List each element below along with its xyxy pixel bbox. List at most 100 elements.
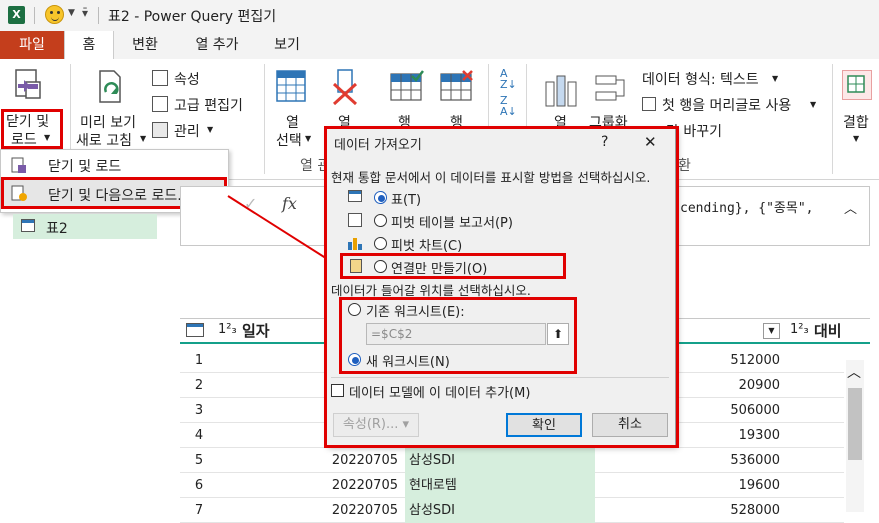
split-column-icon (544, 74, 578, 112)
properties-button[interactable]: 속성 (174, 69, 200, 89)
table-icon (21, 219, 35, 232)
chevron-down-icon: ▼ (853, 134, 860, 143)
divider (331, 377, 669, 378)
row-number: 1 (194, 353, 204, 368)
ok-button[interactable]: 확인 (506, 413, 582, 437)
radio-connection-only-label[interactable]: 연결만 만들기(O) (391, 258, 487, 277)
combine-icon (842, 70, 872, 100)
radio-new-sheet[interactable] (348, 353, 361, 366)
customize-qat-icon[interactable]: ▾̄ (82, 6, 88, 20)
chevron-down-icon: ▼ (207, 125, 214, 134)
radio-existing-sheet-label[interactable]: 기존 워크시트(E): (366, 301, 465, 320)
separator (832, 64, 833, 174)
dialog-title: 데이터 가져오기 (334, 138, 422, 153)
date-cell: 20220705 (331, 503, 398, 518)
radio-pivot-chart[interactable] (374, 237, 387, 250)
tab-transform[interactable]: 변환 (120, 31, 170, 59)
row-number: 6 (194, 478, 204, 493)
combine-label[interactable]: 결합 (843, 112, 869, 132)
choose-columns-label-1[interactable]: 열 (286, 112, 299, 132)
close-icon[interactable]: ✕ (644, 133, 657, 151)
separator (264, 64, 265, 174)
manage-button[interactable]: 관리 (174, 121, 200, 141)
table-menu-icon[interactable] (186, 323, 204, 337)
name-cell: 삼성SDI (405, 498, 595, 523)
name-cell: 현대로템 (405, 473, 595, 498)
radio-table-label[interactable]: 표(T) (391, 189, 421, 208)
name-cell: 삼성SDI (405, 448, 595, 473)
remove-columns-icon (330, 68, 360, 110)
first-row-header-button[interactable]: 첫 행을 머리글로 사용 (662, 95, 791, 115)
radio-pivot-table-label[interactable]: 피벗 테이블 보고서(P) (391, 212, 513, 231)
excel-icon: X (8, 6, 25, 24)
close-load-menu-icon (10, 156, 28, 174)
radio-pivot-table[interactable] (374, 214, 387, 227)
data-type-button[interactable]: 데이터 형식: 텍스트 (642, 69, 759, 89)
query-item-label: 표2 (46, 221, 68, 237)
advanced-editor-button[interactable]: 고급 편집기 (174, 95, 243, 115)
cancel-button[interactable]: 취소 (592, 413, 668, 437)
value-type-icon[interactable]: 1²₃ (790, 322, 809, 337)
chevron-up-icon[interactable]: ︿ (844, 198, 857, 217)
table-icon (348, 190, 362, 202)
value-cell: 536000 (730, 453, 780, 468)
value-cell: 528000 (730, 503, 780, 518)
menu-item-close-load-to-label: 닫기 및 다음으로 로드... (48, 188, 191, 204)
column-filter-button[interactable]: ▼ (763, 323, 780, 339)
separator (98, 7, 99, 24)
chevron-down-icon[interactable]: ▼ (68, 8, 75, 18)
radio-table[interactable] (374, 191, 387, 204)
preview-label-1[interactable]: 미리 보기 (80, 112, 136, 132)
tab-add-column[interactable]: 열 추가 (182, 31, 252, 59)
close-load-icon (12, 66, 42, 104)
value-column-header[interactable]: 대비 (814, 320, 842, 341)
scroll-up-icon[interactable]: ︿ (847, 362, 861, 382)
row-number: 4 (194, 428, 204, 443)
row-number: 5 (194, 453, 204, 468)
chevron-down-icon: ▼ (772, 74, 779, 83)
row-number: 7 (194, 503, 204, 518)
radio-connection-only[interactable] (374, 260, 387, 273)
first-row-header-icon (642, 97, 656, 111)
properties-button-label: 속성(R)... (342, 417, 399, 432)
close-load-to-icon (10, 184, 28, 202)
refresh-icon (96, 68, 126, 106)
preview-label-2[interactable]: 새로 고침 (76, 130, 132, 150)
scroll-thumb[interactable] (848, 388, 862, 460)
advanced-editor-icon (152, 96, 168, 112)
sort-descending-icon[interactable]: Z A↓ (500, 95, 517, 117)
dialog-prompt-display: 현재 통합 문서에서 이 데이터를 표시할 방법을 선택하십시오. (331, 170, 651, 185)
collapse-dialog-button[interactable]: ⬆ (547, 323, 569, 345)
keep-rows-icon (390, 70, 424, 106)
remove-rows-icon (440, 70, 474, 106)
smiley-icon[interactable] (45, 5, 64, 24)
sort-ascending-icon[interactable]: A Z↓ (500, 68, 517, 90)
date-cell: 20220705 (331, 453, 398, 468)
value-cell: 19600 (738, 478, 780, 493)
cell-reference-input[interactable]: =$C$2 (366, 323, 546, 345)
radio-new-sheet-label[interactable]: 새 워크시트(N) (366, 351, 450, 370)
pivot-chart-icon (348, 236, 362, 250)
window-title: 표2 - Power Query 편집기 (108, 9, 277, 25)
close-load-label-1: 닫기 및 (6, 114, 50, 130)
chevron-down-icon: ▼ (305, 134, 312, 143)
menu-item-close-load[interactable]: 닫기 및 로드 (48, 156, 121, 176)
radio-existing-sheet[interactable] (348, 303, 361, 316)
date-column-header[interactable]: 일자 (242, 320, 270, 341)
tab-file[interactable]: 파일 (0, 31, 64, 59)
separator (34, 7, 35, 24)
add-to-model-checkbox[interactable] (331, 384, 344, 397)
transform-group-label: 환 (678, 158, 691, 174)
radio-pivot-chart-label[interactable]: 피벗 차트(C) (391, 235, 462, 254)
group-by-icon (594, 74, 628, 108)
add-to-model-label[interactable]: 데이터 모델에 이 데이터 추가(M) (349, 382, 530, 401)
manage-icon (152, 122, 168, 138)
tab-view[interactable]: 보기 (262, 31, 312, 59)
properties-button: 속성(R)... ▾ (333, 413, 419, 437)
choose-columns-label-2[interactable]: 선택 (276, 130, 302, 150)
help-button[interactable]: ? (601, 134, 608, 150)
date-type-icon[interactable]: 1²₃ (218, 322, 237, 337)
tab-home[interactable]: 홈 (64, 31, 114, 59)
row-number: 3 (194, 403, 204, 418)
close-load-label-2: 로드 (11, 132, 37, 148)
